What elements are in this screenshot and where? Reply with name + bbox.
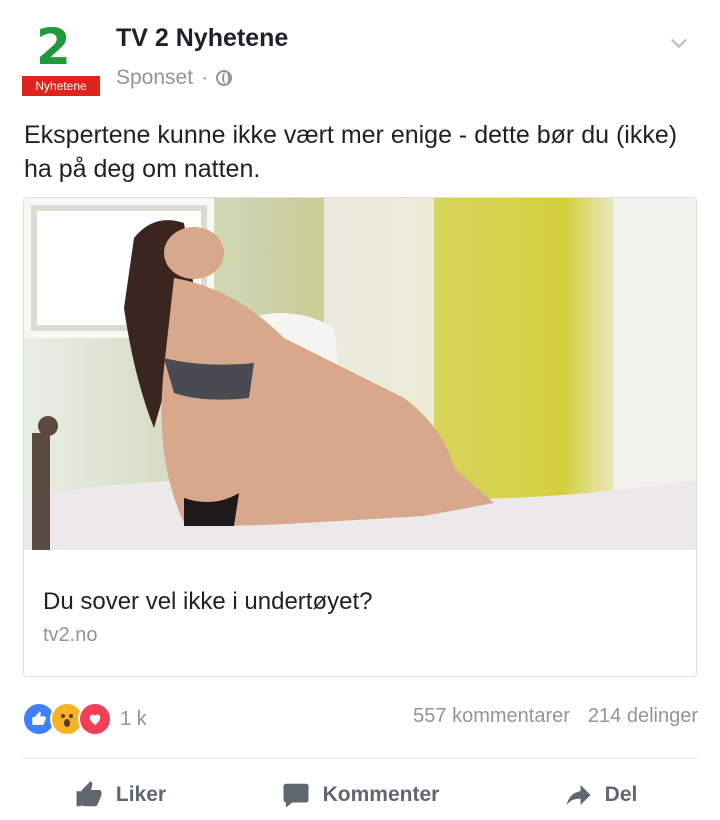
globe-icon: [216, 70, 233, 86]
link-domain: tv2.no: [43, 624, 98, 646]
comment-button[interactable]: Kommenter: [240, 770, 480, 820]
link-title[interactable]: Du sover vel ikke i undertøyet?: [43, 588, 372, 616]
like-label: Liker: [115, 783, 167, 806]
comment-icon: [283, 783, 309, 808]
reactions-summary[interactable]: 1 k: [22, 702, 147, 736]
post-header: 2 Nyhetene TV 2 Nyhetene Sponset ·: [0, 0, 720, 110]
logo-number: 2: [36, 18, 71, 76]
thumbs-up-icon: [76, 781, 102, 807]
separator: ·: [201, 66, 209, 89]
chevron-down-icon[interactable]: [670, 34, 688, 52]
share-button[interactable]: Del: [480, 770, 720, 820]
divider: [23, 758, 697, 759]
engagement-stats: 557 kommentarer 214 delinger: [413, 705, 698, 728]
reaction-count: 1 k: [120, 707, 147, 730]
like-button[interactable]: Liker: [0, 770, 240, 820]
bedroom-photo: [24, 198, 696, 550]
share-arrow-icon: [566, 785, 591, 805]
love-icon: [78, 702, 112, 736]
sponsored-label[interactable]: Sponset: [116, 66, 193, 90]
logo-tag: Nyhetene: [22, 76, 100, 96]
share-label: Del: [604, 783, 638, 806]
shares-count[interactable]: 214 delinger: [588, 705, 698, 728]
action-bar: Liker Kommenter Del: [0, 770, 720, 820]
sponsored-line: Sponset ·: [116, 66, 233, 90]
comments-count[interactable]: 557 kommentarer: [413, 705, 570, 728]
tv2-logo[interactable]: 2 Nyhetene: [22, 18, 102, 98]
post-text: Ekspertene kunne ikke vært mer enige - d…: [24, 121, 678, 183]
page-name-link[interactable]: TV 2 Nyhetene: [116, 24, 288, 53]
link-card[interactable]: Du sover vel ikke i undertøyet? tv2.no: [23, 197, 697, 677]
comment-label: Kommenter: [322, 783, 440, 806]
link-image[interactable]: [24, 198, 696, 550]
